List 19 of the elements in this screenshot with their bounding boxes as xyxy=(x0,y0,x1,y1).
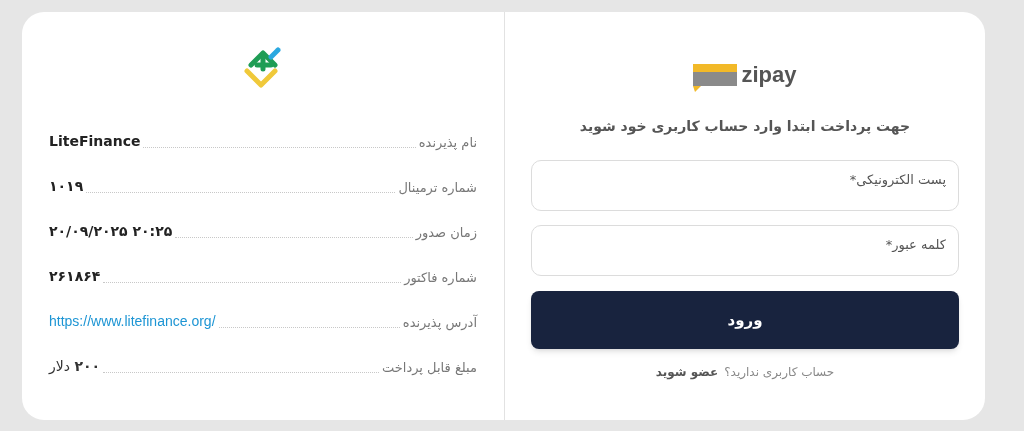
field-value: ۲۰/۰۹/۲۰۲۵ ۲۰:۲۵ xyxy=(49,222,173,241)
field-value: LiteFinance xyxy=(49,132,141,151)
field-label: آدرس پذیرنده xyxy=(402,313,477,332)
field-value: ۲۰۰ دلار xyxy=(49,357,101,376)
login-button[interactable]: ورود xyxy=(531,291,959,349)
signup-prompt: حساب کاربری ندارید؟ xyxy=(724,364,835,381)
input-field[interactable]: پست الکترونیکی* xyxy=(531,160,959,211)
field-label: زمان صدور xyxy=(415,223,477,242)
field-value: ۱۰۱۹ xyxy=(49,177,84,196)
card-logo-icon xyxy=(693,62,738,92)
logo-text: zipay xyxy=(741,64,797,89)
input-field[interactable]: کلمه عبور* xyxy=(531,225,959,276)
field-label: نام پذیرنده xyxy=(418,133,477,152)
login-heading: جهت پرداخت ابتدا وارد حساب کاربری خود شوید xyxy=(579,117,911,137)
field-label: شماره فاکتور xyxy=(404,268,477,287)
field-label: مبلغ قابل پرداخت xyxy=(382,358,477,377)
field-value: ۲۶۱۸۶۴ xyxy=(49,267,101,286)
field-label: شماره ترمینال xyxy=(398,178,477,197)
signup-link[interactable]: عضو شوید xyxy=(655,363,719,381)
